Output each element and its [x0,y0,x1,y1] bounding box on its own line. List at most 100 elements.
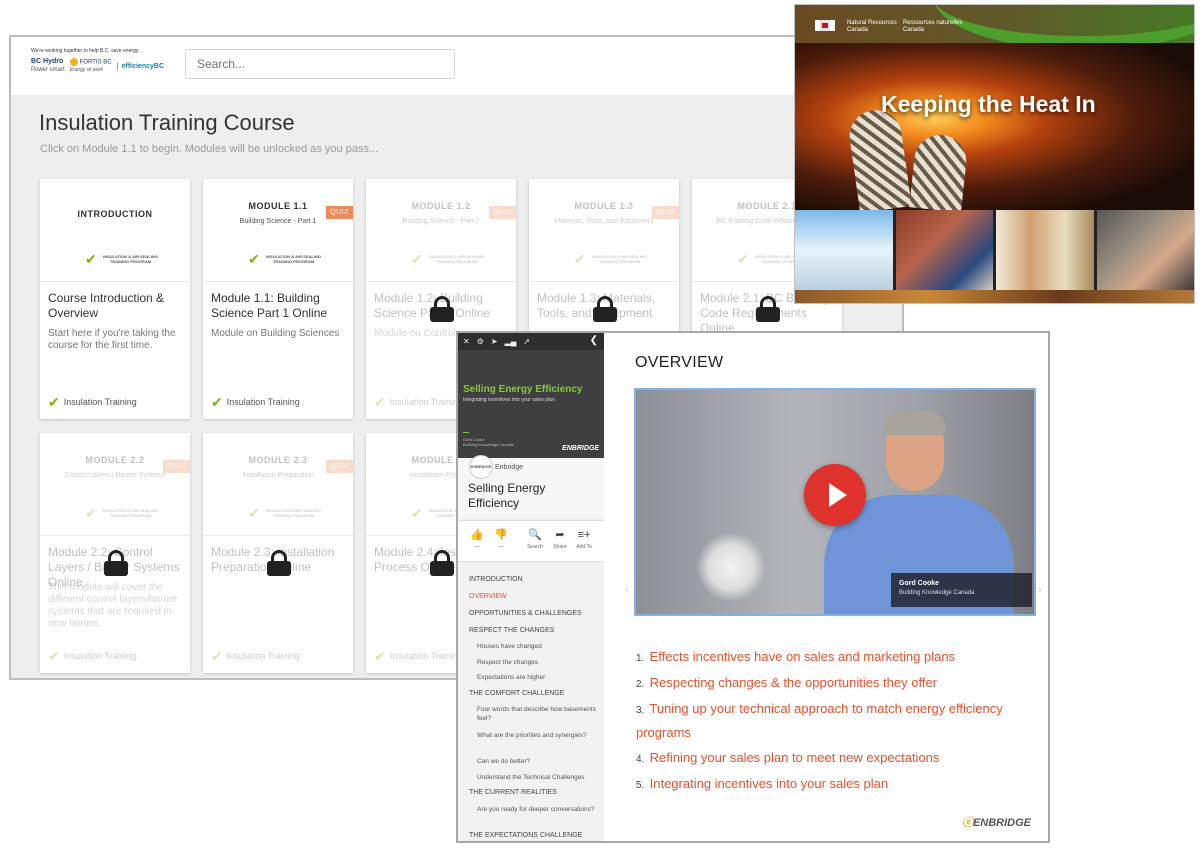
toc-item[interactable]: THE COMFORT CHALLENGE [469,689,564,698]
quiz-badge: QUIZ [326,460,353,473]
program-logo: ✔INSULATION & AIR SEALING TRAINING PROGR… [248,505,321,521]
checkmark-icon: ✔ [411,251,423,267]
toc-item[interactable]: Expectations are higher [477,673,597,682]
toc-item[interactable]: INTRODUCTION [469,575,523,584]
video-player[interactable]: Gord Cooke Building Knowledge Canada [634,388,1036,616]
gear-icon[interactable]: ⚙ [477,337,484,346]
play-button[interactable] [804,464,866,526]
action-label: — [498,544,504,550]
toc-item[interactable]: Respect the changes [477,658,597,667]
lock-icon [756,296,780,322]
card-footer: ✔ Insulation Training [374,648,463,664]
toc-item[interactable]: THE CURRENT REALITIES [469,788,557,797]
nrcan-name-en: Natural Resources Canada [847,20,897,33]
toc-item[interactable]: Understand the Technical Challenges [477,773,597,782]
lock-icon [593,296,617,322]
send-icon[interactable]: ➤ [491,337,498,346]
card-title[interactable]: Module 1.1: Building Science Part 1 Onli… [211,291,349,321]
close-icon[interactable]: ✕ [463,337,470,346]
action-label: Share [553,544,567,550]
program-logo: ✔INSULATION & AIR SEALING TRAINING PROGR… [85,251,158,267]
program-logo: ✔INSULATION & AIR SEALING TRAINING PROGR… [85,505,158,521]
thumbnail-title: Selling Energy Efficiency [463,384,583,395]
card-subkicker: Building Science - Part 1 [239,218,317,225]
efficiencybc-logo: efficiencyBC [116,62,164,70]
course-thumbnail[interactable]: Selling Energy Efficiency Integrating in… [458,350,604,458]
card-title[interactable]: Course Introduction & Overview [48,291,186,321]
toc-item[interactable]: Can we do better? [477,757,597,766]
quiz-badge: QUIZ [163,460,190,473]
fortisbc-logo: FORTIS BC Energy at work [69,58,112,73]
checkmark-icon: ✔ [211,394,223,410]
channel-name[interactable]: Enbridge [495,464,523,471]
module-card[interactable]: MODULE 2.3 Installation Preparation QUIZ ✔ I… [203,433,353,673]
toc-item[interactable]: OPPORTUNITIES & CHALLENGES [469,609,582,618]
location-icon[interactable]: ➚ [523,337,530,346]
toc-item[interactable]: OVERVIEW [469,592,507,601]
checkmark-icon: ✔ [374,648,386,664]
search-icon: 🔍 [528,529,542,541]
lock-icon [267,550,291,576]
toc-item[interactable]: Houses have changed [477,642,597,651]
quiz-badge: QUIZ [326,206,353,219]
card-subkicker: Materials, Tools, and Equipment [554,218,654,225]
toc-item[interactable]: THE EXPECTATIONS CHALLENGE [469,831,582,840]
fireplace-image [795,43,1194,214]
list-text: Effects incentives have on sales and mar… [649,649,956,664]
thumbs-down-button[interactable]: 👎 — [488,529,514,550]
flowers-image [696,532,766,602]
module-card[interactable]: MODULE 2.2 Control Layers / Barrier Syste… [40,433,190,673]
portal-header: We're working together to help B.C. save… [11,37,902,95]
wool-sock-image [846,106,912,214]
thumbs-down-icon: 👎 [494,529,508,541]
list-text: Integrating incentives into your sales p… [649,776,889,791]
partner-logos: We're working together to help B.C. save… [31,48,181,88]
program-logo: ✔INSULATION & AIR SEALING TRAINING PROGR… [248,251,321,267]
add-to-icon: ≡+ [577,529,591,541]
nrcan-header: Natural Resources Canada Ressources natur… [795,5,1194,50]
checkmark-icon: ✔ [48,648,60,664]
window-frame-photo [996,210,1094,290]
chevron-left-icon[interactable]: ❮ [590,335,598,346]
presenter-name: Gord Cooke [899,580,940,587]
add-to-button[interactable]: ≡+ Add To [571,529,597,550]
card-header: MODULE 1.2 Building Science - Part 2 QUIZ ✔… [366,179,516,282]
checkmark-icon: ✔ [574,251,586,267]
page-title: Insulation Training Course [39,110,295,135]
list-number: 2. [636,679,645,690]
chevron-right-icon[interactable]: › [1038,584,1042,596]
search-input[interactable] [185,49,455,79]
thumbs-up-icon: 👍 [470,529,484,541]
chevron-left-icon[interactable]: ‹ [625,584,629,596]
toc-item[interactable]: RESPECT THE CHANGES [469,626,554,635]
lock-icon [430,550,454,576]
signal-icon[interactable]: ▂▄ [505,337,517,346]
card-subkicker: Building Science - Part 2 [402,218,480,225]
module-card[interactable]: MODULE 1.1 Building Science - Part 1 QUIZ ✔… [203,179,353,419]
channel-info: ENBRIDGE Enbridge Selling Energy Efficie… [458,455,604,518]
wood-strip-image [795,290,1194,303]
screenshot-collage: We're working together to help B.C. save… [0,0,1200,859]
list-number: 5. [636,780,645,791]
module-card[interactable]: INTRODUCTION ✔ INSULATION & AIR SEALING TR… [40,179,190,419]
checkmark-icon: ✔ [85,505,97,521]
list-number: 3. [636,705,645,716]
quiz-badge: QUIZ [489,206,516,219]
icicles-photo [795,210,893,290]
lock-icon [104,550,128,576]
toc-item[interactable]: What are the priorities and synergies? [477,731,597,740]
nrcan-name-fr: Ressources naturelles Canada [903,20,963,33]
action-label: Search [527,544,543,550]
toc-item[interactable]: Are you ready for deeper conversations? [477,805,597,814]
list-item: 5. Integrating incentives into your sale… [636,773,1036,797]
card-description: Start here if you're taking the course f… [48,328,176,351]
card-header: MODULE 1.1 Building Science - Part 1 QUIZ ✔… [203,179,353,282]
thumbs-up-button[interactable]: 👍 — [464,529,490,550]
action-bar: 👍 — 👎 — 🔍 Search ➦ Share ≡+ Add To [458,520,604,562]
toc-item[interactable]: Four words that describe how basements f… [477,705,597,723]
share-icon: ➦ [555,529,565,541]
search-button[interactable]: 🔍 Search [522,529,548,550]
share-button[interactable]: ➦ Share [547,529,573,550]
avatar[interactable]: ENBRIDGE [469,455,493,479]
action-label: — [474,544,480,550]
